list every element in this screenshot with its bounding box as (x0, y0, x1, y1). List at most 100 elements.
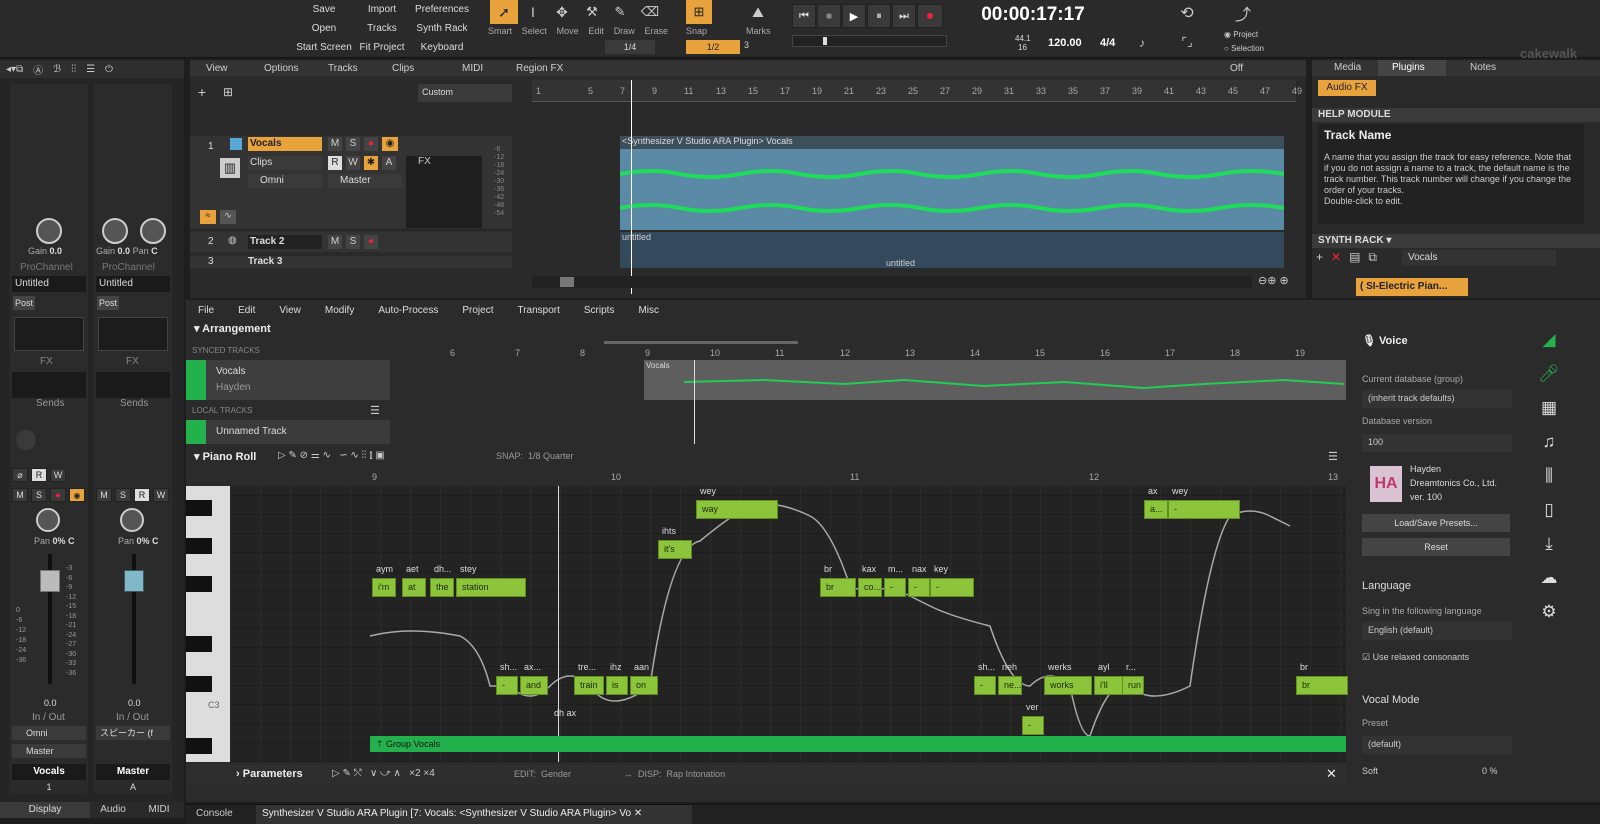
note-block[interactable]: ne... (998, 676, 1022, 695)
sv-menu-scripts[interactable]: Scripts (572, 305, 627, 316)
sv-menu-edit[interactable]: Edit (226, 305, 267, 316)
black-key[interactable] (186, 500, 212, 516)
track-solo[interactable]: S (346, 235, 360, 249)
piano-roll-menu-icon[interactable]: ☰ (1328, 450, 1338, 463)
snap-value[interactable]: 1/8 Quarter (528, 451, 574, 461)
note-block[interactable]: station (456, 578, 526, 597)
note-block[interactable]: works (1044, 676, 1092, 695)
meter-display[interactable]: 4/4 (1100, 37, 1115, 49)
arrangement-header[interactable]: ▾ Arrangement (194, 322, 271, 335)
output-select[interactable]: Master (328, 174, 402, 188)
track-name-field[interactable]: Track 3 (248, 256, 282, 267)
arrangement-clip[interactable]: Vocals (644, 360, 1346, 400)
tab-audio[interactable]: Audio (90, 802, 136, 818)
note-block[interactable]: way (696, 500, 778, 519)
note-block[interactable]: br (1296, 676, 1348, 695)
h-scrollbar[interactable] (532, 276, 1252, 288)
post-button[interactable]: Post (13, 296, 35, 310)
db-group-select[interactable]: (inherit track defaults) (1362, 390, 1512, 408)
preset-field[interactable]: Untitled (12, 276, 86, 292)
start-screen-button[interactable]: Start Screen (296, 38, 352, 57)
pause-button[interactable]: ⏸ (867, 4, 891, 28)
local-track[interactable]: Unnamed Track (186, 420, 390, 444)
scrub-handle[interactable] (823, 37, 827, 45)
draw-tool-icon[interactable]: ✎ (608, 2, 632, 22)
playhead[interactable] (631, 80, 632, 294)
eq-thumbnail[interactable] (14, 317, 84, 351)
arm-button[interactable]: ● (50, 488, 66, 502)
open-button[interactable]: Open (296, 19, 352, 38)
audio-fx-button[interactable]: Audio FX (1318, 80, 1376, 96)
write-button[interactable]: W (50, 468, 66, 482)
track-name-field[interactable]: Track 2 (248, 235, 322, 249)
play-button[interactable]: ▶ (842, 4, 866, 28)
strip-name[interactable]: Vocals (12, 764, 86, 780)
scroll-thumb[interactable] (560, 277, 574, 287)
a-icon[interactable]: Ⓐ (33, 62, 43, 77)
note-block[interactable]: co... (858, 578, 882, 597)
solo-button[interactable]: S (31, 488, 47, 502)
time-display[interactable]: 00:00:17:17 (958, 4, 1108, 28)
note-block[interactable]: - (496, 676, 518, 695)
waveform-icon[interactable]: ⫶⫶ (71, 64, 76, 75)
close-icon[interactable]: ✕ (1326, 766, 1337, 782)
library-icon[interactable]: ⫼ (1545, 466, 1553, 486)
loop-icon[interactable]: ⟲ (1174, 2, 1200, 24)
off-select[interactable]: Off (1230, 63, 1280, 74)
scrub-bar[interactable] (792, 35, 947, 47)
menu-options[interactable]: Options (256, 63, 320, 74)
menu-tracks[interactable]: Tracks (320, 63, 384, 74)
note-block[interactable]: is (606, 676, 628, 695)
fast-forward-button[interactable]: ⏭ (892, 4, 916, 28)
add-synth-icon[interactable]: + (1316, 250, 1323, 265)
preferences-button[interactable]: Preferences (412, 0, 472, 19)
edit-value[interactable]: Gender (541, 769, 571, 779)
plugin-tab[interactable]: Synthesizer V Studio ARA Plugin [7: Voca… (256, 805, 692, 824)
load-presets-button[interactable]: Load/Save Presets... (1362, 514, 1510, 532)
note-block[interactable]: - (1022, 716, 1044, 735)
snap-select[interactable]: 1/4 (605, 40, 655, 54)
project-radio[interactable]: ◉ Project (1224, 30, 1258, 39)
language-select[interactable]: English (default) (1362, 622, 1512, 640)
write-button[interactable]: W (346, 156, 360, 170)
read-button[interactable]: R (328, 156, 342, 170)
note-block[interactable]: - (884, 578, 906, 597)
tracks-button[interactable]: Tracks (352, 19, 412, 38)
note-block[interactable]: and (520, 676, 548, 695)
note-block[interactable]: the (430, 578, 454, 597)
add-track-icon[interactable]: + (194, 84, 210, 100)
stack-icon[interactable]: ⧉ (1368, 250, 1377, 265)
power-icon[interactable]: ⏻ (105, 64, 113, 75)
audio-clip[interactable]: <Synthesizer V Studio ARA Plugin> Vocals (620, 136, 1284, 230)
metronome-icon[interactable]: ♪ (1133, 34, 1151, 52)
list-icon[interactable]: ☰ (86, 64, 95, 75)
synth-rack-button[interactable]: Synth Rack (412, 19, 472, 38)
track-name-field[interactable]: Vocals (248, 137, 322, 151)
properties-icon[interactable]: ▤ (1349, 250, 1360, 265)
black-key[interactable] (186, 636, 212, 652)
eq-thumbnail[interactable] (98, 317, 168, 351)
note-block[interactable]: - (1168, 500, 1240, 519)
note-block[interactable]: it's (658, 540, 692, 559)
auto-button[interactable]: A (382, 156, 396, 170)
volume-fader[interactable] (40, 570, 60, 592)
delete-synth-icon[interactable]: ✕ (1331, 250, 1341, 265)
mute-button[interactable]: M (96, 488, 112, 502)
pr-playhead[interactable] (558, 486, 559, 762)
selection-radio[interactable]: ○ Selection (1224, 44, 1264, 53)
console-tab[interactable]: Console (196, 808, 233, 819)
tempo-display[interactable]: 120.00 (1048, 37, 1082, 49)
track-mute[interactable]: M (328, 137, 342, 151)
track-mute[interactable]: M (328, 235, 342, 249)
arrangement-scrollbar[interactable] (604, 341, 798, 344)
synth-item[interactable]: ( SI-Electric Pian... (1356, 278, 1468, 296)
note-block[interactable]: - (930, 578, 974, 597)
custom-select[interactable]: Custom (418, 84, 512, 102)
group-vocals-bar[interactable]: ⇡ Group Vocals (370, 736, 1346, 752)
gain-knob[interactable] (102, 218, 128, 244)
fx-bin[interactable]: FX (406, 156, 482, 228)
piano-keyboard[interactable]: C3 (186, 486, 230, 762)
gain-knob[interactable] (36, 218, 62, 244)
disp-value[interactable]: Rap Intonation (667, 769, 726, 779)
phase-button[interactable]: ⌀ (12, 468, 28, 482)
